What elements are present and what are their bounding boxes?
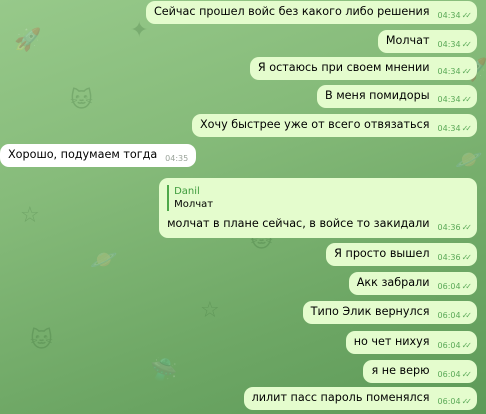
message-text: Я просто вышел — [334, 247, 430, 260]
message-time: 04:36✓✓ — [437, 223, 473, 232]
planet-doodle-icon: 🪐 — [455, 148, 483, 173]
message-bubble[interactable]: Акк забрали 06:04✓✓ — [348, 272, 477, 295]
message-bubble[interactable]: В меня помидоры 04:34✓✓ — [316, 85, 477, 108]
message-text: Хорошо, подумаем тогда — [8, 148, 158, 161]
message-time: 04:34✓✓ — [437, 95, 473, 104]
double-check-icon: ✓✓ — [461, 253, 473, 262]
double-check-icon: ✓✓ — [461, 124, 473, 133]
message-text: Типо Элик вернулся — [310, 305, 430, 318]
message-text: Молчат — [385, 34, 430, 47]
message-bubble-incoming[interactable]: Хорошо, подумаем тогда 04:35 — [0, 144, 197, 167]
message-text: В меня помидоры — [324, 89, 430, 102]
double-check-icon: ✓✓ — [461, 11, 473, 20]
double-check-icon: ✓✓ — [461, 370, 473, 379]
ufo-doodle-icon: 🛸 — [150, 358, 178, 383]
planet-doodle-icon: 🪐 — [90, 248, 118, 273]
message-text: Хочу быстрее уже от всего отвязаться — [199, 118, 430, 131]
double-check-icon: ✓✓ — [461, 95, 473, 104]
message-bubble[interactable]: Хочу быстрее уже от всего отвязаться 04:3… — [191, 114, 477, 137]
message-bubble[interactable]: Сейчас прошел войс без какого либо решен… — [145, 1, 477, 24]
message-time: 06:04✓✓ — [437, 341, 473, 350]
cat-doodle-icon: 🐱 — [30, 328, 53, 353]
double-check-icon: ✓✓ — [461, 311, 473, 320]
star-doodle-icon: ☆ — [200, 298, 220, 323]
message-time: 06:04✓✓ — [437, 311, 473, 320]
reply-author: Danil — [174, 186, 200, 197]
message-bubble[interactable]: Я остаюсь при своем мнении 04:34✓✓ — [249, 57, 477, 80]
message-bubble[interactable]: лилит пасс пароль поменялся 06:04✓✓ — [243, 387, 477, 410]
double-check-icon: ✓✓ — [461, 223, 473, 232]
message-text: я не верю — [371, 364, 430, 377]
message-text: Я остаюсь при своем мнении — [257, 61, 430, 74]
message-bubble[interactable]: Я просто вышел 04:36✓✓ — [326, 243, 477, 266]
message-time: 04:34✓✓ — [437, 124, 473, 133]
message-time: 04:35 — [165, 154, 189, 163]
rocket-doodle-icon: 🚀 — [14, 28, 42, 53]
cat-doodle-icon: 🐱 — [70, 88, 93, 113]
message-text: Акк забрали — [356, 276, 430, 289]
message-text: Сейчас прошел войс без какого либо решен… — [153, 5, 430, 18]
message-bubble-reply[interactable]: Danil Молчат молчат в плане сейчас, в во… — [159, 178, 477, 238]
message-bubble[interactable]: Типо Элик вернулся 06:04✓✓ — [302, 301, 477, 324]
message-time: 06:04✓✓ — [437, 370, 473, 379]
message-bubble[interactable]: я не верю 06:04✓✓ — [363, 360, 477, 383]
message-time: 06:04✓✓ — [437, 397, 473, 406]
star-doodle-icon: ✦ — [130, 18, 149, 43]
double-check-icon: ✓✓ — [461, 341, 473, 350]
message-time: 04:34✓✓ — [437, 40, 473, 49]
message-time: 06:04✓✓ — [437, 282, 473, 291]
double-check-icon: ✓✓ — [461, 67, 473, 76]
message-text: молчат в плане сейчас, в войсе то закида… — [167, 217, 430, 230]
reply-text: Молчат — [174, 199, 214, 210]
message-time: 04:36✓✓ — [437, 253, 473, 262]
message-bubble[interactable]: Молчат 04:34✓✓ — [377, 30, 477, 53]
double-check-icon: ✓✓ — [461, 40, 473, 49]
message-text: лилит пасс пароль поменялся — [251, 391, 430, 404]
star-doodle-icon: ☆ — [20, 203, 40, 228]
message-text: но чет нихуя — [353, 335, 430, 348]
message-bubble[interactable]: но чет нихуя 06:04✓✓ — [345, 331, 477, 354]
double-check-icon: ✓✓ — [461, 282, 473, 291]
message-time: 04:34✓✓ — [437, 67, 473, 76]
double-check-icon: ✓✓ — [461, 397, 473, 406]
message-time: 04:34✓✓ — [437, 11, 473, 20]
reply-quote[interactable]: Danil Молчат — [167, 185, 469, 211]
